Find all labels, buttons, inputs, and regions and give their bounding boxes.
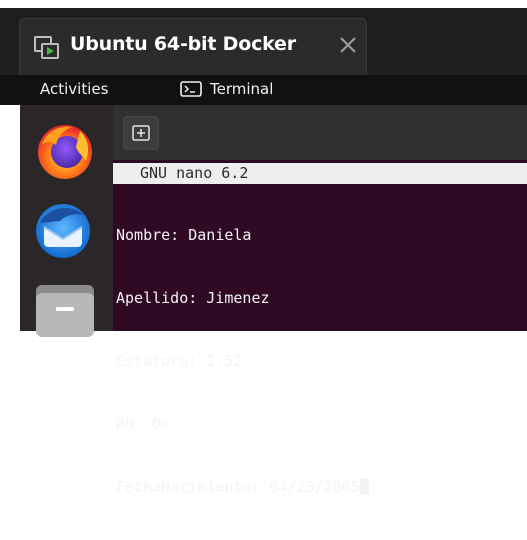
buffer-line: RH: O+ [116,415,171,433]
buffer-line: Nombre: Daniela [116,226,252,244]
buffer-line-last: FechaNacimiento: 04/23/2005 [116,477,369,498]
tab-bar-top-edge [0,0,527,8]
nano-title-bar: GNU nano 6.2 [113,163,527,184]
app-menu-label: Terminal [210,80,274,98]
ubuntu-top-panel: Activities Terminal [0,75,527,105]
buffer-line-text: FechaNacimiento: 04/23/2005 [116,478,360,496]
new-tab-button[interactable] [123,116,159,150]
nano-title: GNU nano 6.2 [140,164,249,182]
vm-tab-bar: Ubuntu 64-bit Docker [0,0,527,75]
buffer-line: Apellido: Jimenez [116,289,270,307]
vm-tab-title: Ubuntu 64-bit Docker [70,33,296,55]
firefox-icon[interactable] [32,117,98,183]
thunderbird-icon[interactable] [30,197,96,263]
files-icon[interactable] [32,277,98,343]
terminal-icon [180,81,202,97]
vm-play-icon [34,36,59,59]
dock [20,105,113,337]
screenshot-frame: Ubuntu 64-bit Docker Activities Terminal [0,0,527,496]
activities-button[interactable]: Activities [40,80,108,98]
terminal-body[interactable]: GNU nano 6.2 Nombre: Daniela Apellido: J… [113,160,527,496]
new-tab-icon [132,125,150,141]
vm-tab[interactable]: Ubuntu 64-bit Docker [19,18,367,75]
terminal-headerbar [113,105,527,160]
text-cursor [359,478,369,495]
close-icon[interactable] [336,33,360,57]
app-menu-terminal[interactable]: Terminal [180,80,273,98]
nano-buffer[interactable]: Nombre: Daniela Apellido: Jimenez Estatu… [116,183,369,540]
buffer-line: Estatura: 1.52 [116,352,243,370]
